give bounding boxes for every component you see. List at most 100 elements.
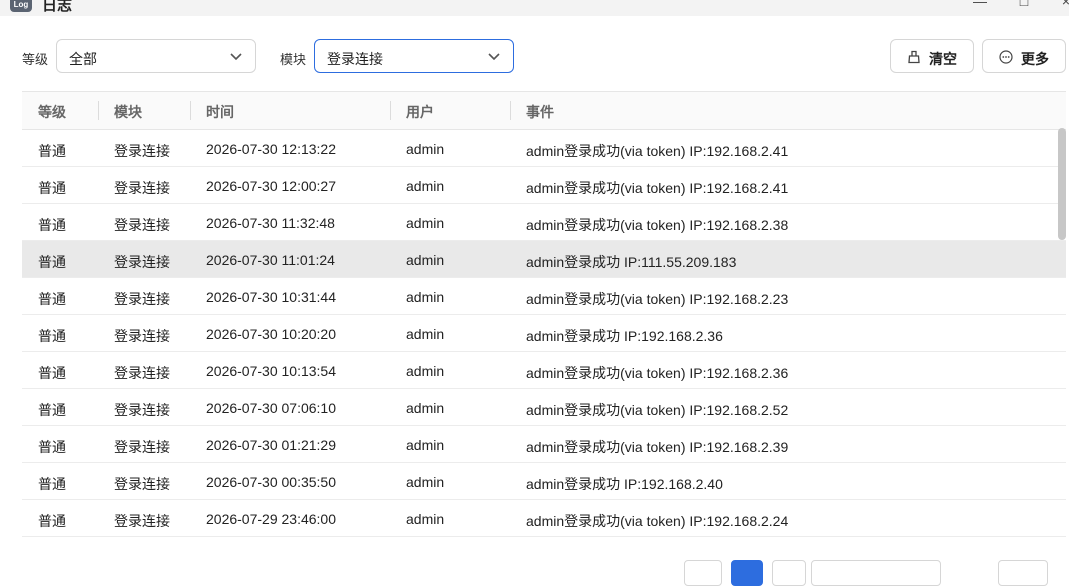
cell-level: 普通 (38, 365, 66, 381)
cell-event: admin登录成功(via token) IP:192.168.2.23 (526, 291, 789, 307)
col-header-event[interactable]: 事件 (526, 102, 554, 122)
table-row[interactable]: 普通 登录连接 2026-07-30 11:32:48 admin admin登… (22, 204, 1066, 241)
cell-level: 普通 (38, 291, 66, 307)
table-row[interactable]: 普通 登录连接 2026-07-30 12:00:27 admin admin登… (22, 167, 1066, 204)
cell-event: admin登录成功(via token) IP:192.168.2.38 (526, 217, 789, 233)
cell-user: admin (406, 511, 445, 527)
cell-time: 2026-07-29 23:46:00 (206, 511, 336, 527)
broom-icon (908, 50, 920, 64)
cell-module: 登录连接 (114, 439, 170, 455)
cell-time: 2026-07-30 01:21:29 (206, 437, 336, 453)
cell-user: admin (406, 363, 445, 379)
cell-user: admin (406, 141, 445, 157)
table-row[interactable]: 普通 登录连接 2026-07-30 10:13:54 admin admin登… (22, 352, 1066, 389)
cell-module: 登录连接 (114, 254, 170, 270)
table-row[interactable]: 普通 登录连接 2026-07-30 01:21:29 admin admin登… (22, 426, 1066, 463)
cell-level: 普通 (38, 439, 66, 455)
prev-page-button[interactable] (684, 560, 722, 586)
cell-user: admin (406, 400, 445, 416)
more-button[interactable]: 更多 (982, 39, 1066, 73)
next-page-button[interactable] (772, 560, 806, 586)
cell-module: 登录连接 (114, 476, 170, 492)
cell-time: 2026-07-30 12:00:27 (206, 178, 336, 194)
title-bar: Log 日志 — □ × (0, 0, 1069, 16)
cell-module: 登录连接 (114, 217, 170, 233)
cell-user: admin (406, 289, 445, 305)
table-row[interactable]: 普通 登录连接 2026-07-29 23:46:00 admin admin登… (22, 500, 1066, 537)
cell-user: admin (406, 215, 445, 231)
cell-event: admin登录成功(via token) IP:192.168.2.36 (526, 365, 789, 381)
table-row[interactable]: 普通 登录连接 2026-07-30 12:13:22 admin admin登… (22, 130, 1066, 167)
cell-level: 普通 (38, 513, 66, 529)
minimize-button[interactable]: — (970, 0, 990, 9)
table-row-highlighted[interactable]: 普通 登录连接 2026-07-30 11:01:24 admin admin登… (22, 241, 1066, 278)
level-select[interactable]: 全部 (56, 39, 256, 73)
window-title: 日志 (42, 0, 73, 14)
cell-user: admin (406, 252, 445, 268)
cell-user: admin (406, 437, 445, 453)
cell-event: admin登录成功(via token) IP:192.168.2.41 (526, 143, 789, 159)
cell-module: 登录连接 (114, 180, 170, 196)
cell-event: admin登录成功 IP:111.55.209.183 (526, 254, 737, 270)
cell-time: 2026-07-30 00:35:50 (206, 474, 336, 490)
chevron-down-icon (488, 53, 500, 61)
level-select-value: 全部 (69, 51, 97, 67)
col-header-level[interactable]: 等级 (38, 102, 66, 122)
clear-button[interactable]: 清空 (890, 39, 974, 73)
col-header-user[interactable]: 用户 (406, 102, 434, 122)
cell-event: admin登录成功(via token) IP:192.168.2.39 (526, 439, 789, 455)
log-app-icon: Log (10, 0, 32, 12)
column-divider[interactable] (98, 101, 99, 120)
cell-level: 普通 (38, 143, 66, 159)
cell-module: 登录连接 (114, 365, 170, 381)
module-select[interactable]: 登录连接 (314, 39, 514, 73)
table-row[interactable]: 普通 登录连接 2026-07-30 07:06:10 admin admin登… (22, 389, 1066, 426)
cell-event: admin登录成功(via token) IP:192.168.2.24 (526, 513, 789, 529)
column-divider[interactable] (510, 101, 511, 120)
cell-event: admin登录成功(via token) IP:192.168.2.41 (526, 180, 789, 196)
clear-button-label: 清空 (929, 51, 957, 67)
cell-module: 登录连接 (114, 328, 170, 344)
cell-event: admin登录成功 IP:192.168.2.36 (526, 328, 723, 344)
cell-module: 登录连接 (114, 513, 170, 529)
cell-time: 2026-07-30 11:32:48 (206, 215, 335, 231)
cell-event: admin登录成功 IP:192.168.2.40 (526, 476, 723, 492)
table-scrollbar[interactable] (1058, 128, 1066, 240)
col-header-module[interactable]: 模块 (114, 102, 142, 122)
cell-event: admin登录成功(via token) IP:192.168.2.52 (526, 402, 789, 418)
jump-page-input[interactable] (998, 560, 1048, 586)
cell-time: 2026-07-30 10:31:44 (206, 289, 336, 305)
column-divider[interactable] (390, 101, 391, 120)
module-select-value: 登录连接 (327, 51, 383, 67)
cell-level: 普通 (38, 254, 66, 270)
table-row[interactable]: 普通 登录连接 2026-07-30 10:31:44 admin admin登… (22, 278, 1066, 315)
page-size-select[interactable] (811, 560, 941, 586)
cell-user: admin (406, 326, 445, 342)
cell-level: 普通 (38, 476, 66, 492)
level-filter-label: 等级 (22, 52, 49, 67)
cell-time: 2026-07-30 10:13:54 (206, 363, 336, 379)
cell-time: 2026-07-30 10:20:20 (206, 326, 336, 342)
cell-user: admin (406, 474, 445, 490)
maximize-button[interactable]: □ (1014, 0, 1034, 9)
log-table: 等级 模块 时间 用户 事件 普通 登录连接 2026-07-30 12:13:… (22, 91, 1066, 537)
column-divider[interactable] (190, 101, 191, 120)
cell-level: 普通 (38, 180, 66, 196)
current-page-button[interactable] (731, 560, 763, 586)
table-body: 普通 登录连接 2026-07-30 12:13:22 admin admin登… (22, 130, 1066, 537)
cell-time: 2026-07-30 07:06:10 (206, 400, 336, 416)
cell-module: 登录连接 (114, 143, 170, 159)
cell-level: 普通 (38, 217, 66, 233)
more-button-label: 更多 (1021, 51, 1049, 67)
chevron-down-icon (230, 53, 242, 61)
cell-module: 登录连接 (114, 402, 170, 418)
close-button[interactable]: × (1056, 0, 1069, 9)
table-row[interactable]: 普通 登录连接 2026-07-30 10:20:20 admin admin登… (22, 315, 1066, 352)
more-dots-icon (999, 50, 1013, 64)
table-row[interactable]: 普通 登录连接 2026-07-30 00:35:50 admin admin登… (22, 463, 1066, 500)
table-header: 等级 模块 时间 用户 事件 (22, 91, 1066, 130)
cell-level: 普通 (38, 402, 66, 418)
col-header-time[interactable]: 时间 (206, 102, 234, 122)
cell-level: 普通 (38, 328, 66, 344)
cell-module: 登录连接 (114, 291, 170, 307)
